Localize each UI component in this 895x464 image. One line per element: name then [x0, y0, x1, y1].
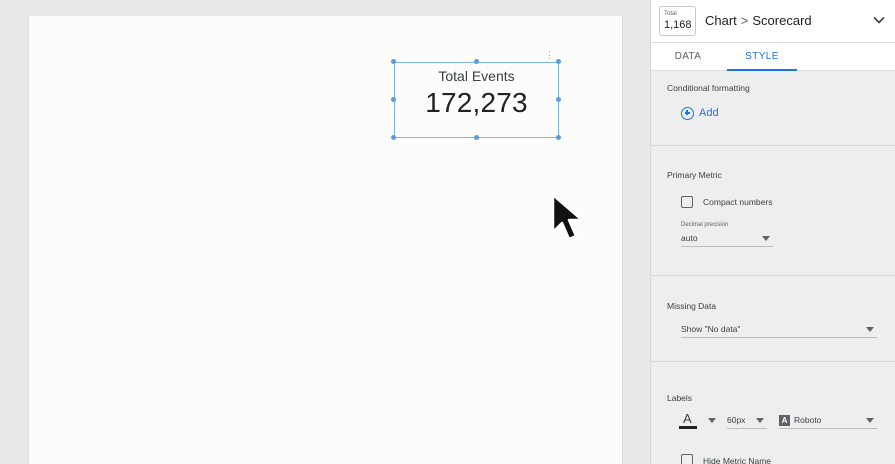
resize-handle-right[interactable]	[556, 97, 561, 102]
hide-metric-name-label: Hide Metric Name	[703, 456, 772, 464]
font-family-select[interactable]: A Roboto	[779, 413, 877, 429]
section-conditional-formatting: Conditional formatting Add	[651, 71, 895, 146]
font-color-swatch	[679, 426, 697, 429]
resize-handle-bottom-left[interactable]	[391, 135, 396, 140]
compact-numbers-checkbox[interactable]	[681, 196, 693, 208]
font-color-picker[interactable]: A	[679, 411, 699, 429]
decimal-precision-caption: Decimal precision	[681, 222, 729, 228]
breadcrumb-scorecard[interactable]: Scorecard	[752, 13, 811, 28]
dropdown-arrow-icon	[866, 418, 874, 423]
section-title: Conditional formatting	[667, 83, 750, 93]
panel-header: Total 1,168 Chart > Scorecard	[651, 0, 895, 43]
font-color-dropdown-arrow-icon[interactable]	[708, 418, 716, 423]
chevron-down-icon[interactable]	[872, 13, 886, 27]
scorecard-chart[interactable]: Total Events 172,273	[394, 62, 559, 138]
section-title: Missing Data	[667, 301, 717, 311]
font-family-value: Roboto	[794, 415, 822, 425]
add-conditional-formatting-button[interactable]: Add	[681, 105, 719, 121]
font-color-letter: A	[683, 411, 692, 426]
section-missing-data: Missing Data Show "No data"	[651, 276, 895, 362]
hide-metric-name-checkbox[interactable]	[681, 454, 693, 464]
resize-handle-top-left[interactable]	[391, 59, 396, 64]
add-circle-icon	[681, 106, 694, 120]
dropdown-arrow-icon	[762, 236, 770, 241]
chart-type-thumbnail[interactable]: Total 1,168	[659, 6, 696, 36]
breadcrumb-separator-icon: >	[740, 13, 749, 28]
properties-panel: Total 1,168 Chart > Scorecard DATA STYLE C…	[650, 0, 895, 464]
resize-handle-left[interactable]	[391, 97, 396, 102]
font-family-icon: A	[779, 415, 790, 427]
decimal-precision-select[interactable]: auto	[681, 231, 773, 247]
add-label: Add	[699, 107, 719, 119]
scorecard-metric-value: 172,273	[425, 87, 528, 118]
thumbnail-value: 1,168	[664, 19, 692, 31]
resize-handle-bottom[interactable]	[474, 135, 479, 140]
mouse-cursor-icon	[551, 193, 584, 241]
scorecard-metric-label: Total Events	[438, 68, 515, 84]
breadcrumb-chart[interactable]: Chart	[705, 13, 737, 28]
dropdown-arrow-icon	[866, 327, 874, 332]
section-primary-metric: Primary Metric Compact numbers Decimal p…	[651, 146, 895, 276]
breadcrumb: Chart > Scorecard	[705, 13, 812, 28]
decimal-precision-value: auto	[681, 233, 698, 243]
dropdown-arrow-icon	[756, 418, 764, 423]
missing-data-select[interactable]: Show "No data"	[681, 322, 877, 338]
resize-handle-top-right[interactable]	[556, 59, 561, 64]
font-size-select[interactable]: 60px	[727, 413, 767, 429]
compact-numbers-label: Compact numbers	[703, 197, 773, 207]
section-title: Primary Metric	[667, 170, 722, 180]
tab-style[interactable]: STYLE	[727, 43, 797, 71]
resize-handle-top[interactable]	[474, 59, 479, 64]
thumbnail-label: Total	[664, 11, 677, 17]
section-labels: Labels A 60px A Roboto Hide Metric Name	[651, 362, 895, 464]
resize-handle-bottom-right[interactable]	[556, 135, 561, 140]
missing-data-value: Show "No data"	[681, 324, 741, 334]
tab-data[interactable]: DATA	[663, 43, 713, 71]
font-size-value: 60px	[727, 415, 746, 425]
section-title: Labels	[667, 393, 693, 403]
chart-menu-icon[interactable]: ⋮	[545, 51, 554, 60]
panel-tabs: DATA STYLE	[651, 43, 895, 71]
